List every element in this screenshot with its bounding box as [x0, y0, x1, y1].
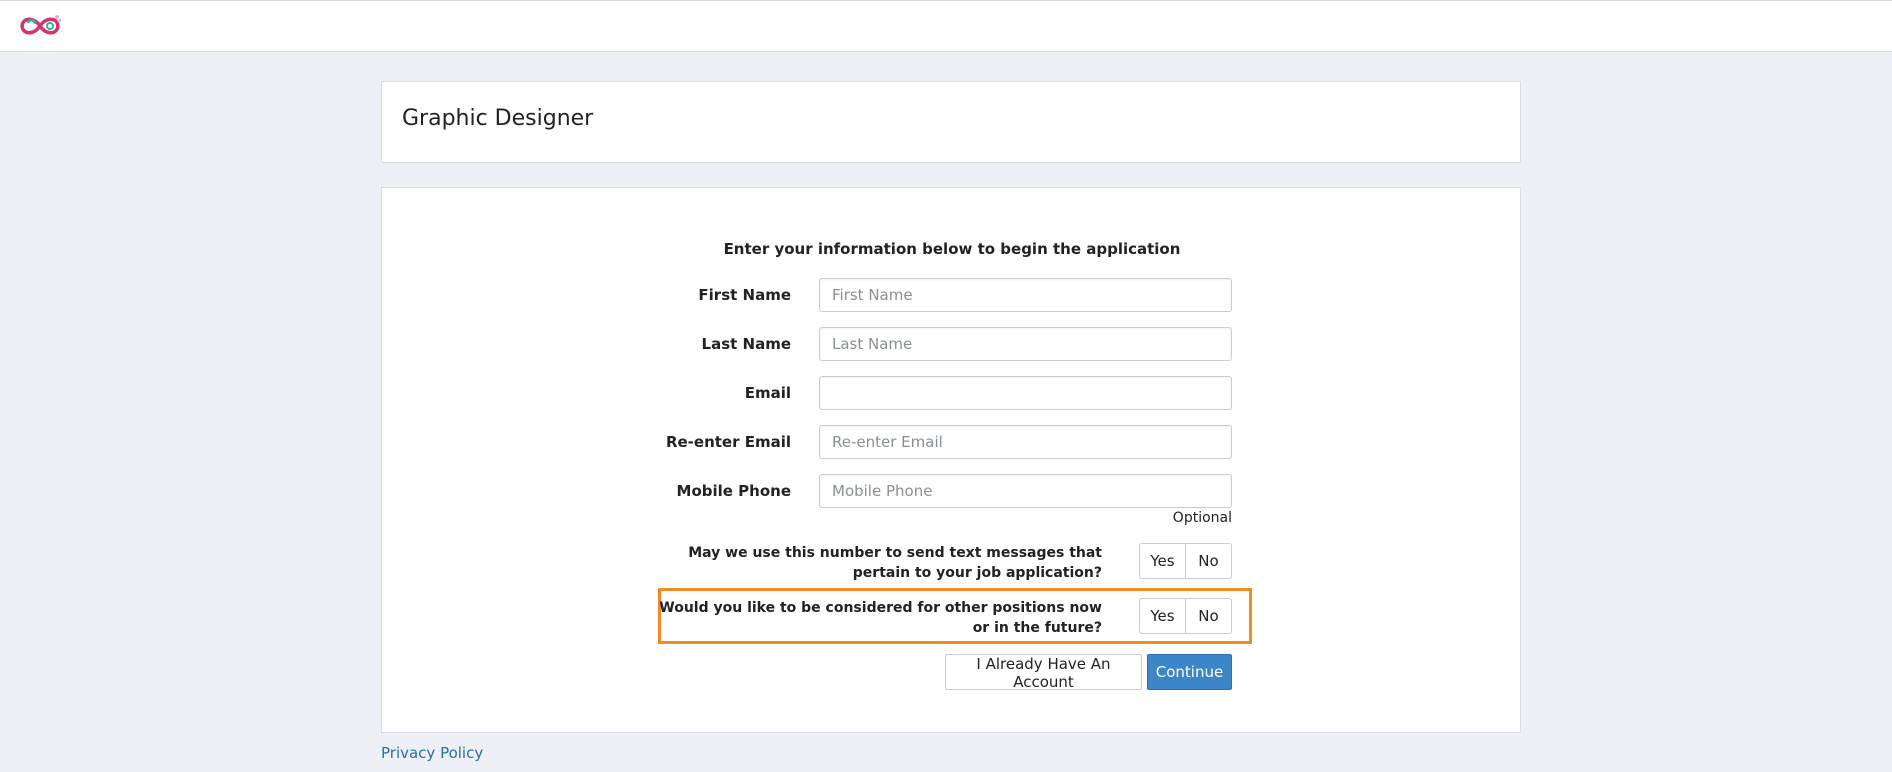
other-positions-no-button[interactable]: No: [1186, 598, 1232, 634]
top-bar: [0, 0, 1892, 52]
reenter-email-label: Re-enter Email: [665, 433, 791, 451]
application-form: Enter your information below to begin th…: [381, 187, 1521, 733]
infinity-logo-icon[interactable]: [15, 11, 65, 41]
first-name-input[interactable]: [819, 278, 1232, 312]
mobile-phone-input[interactable]: [819, 474, 1232, 508]
last-name-input[interactable]: [819, 327, 1232, 361]
text-messages-yes-button[interactable]: Yes: [1139, 543, 1186, 579]
job-title-card: Graphic Designer: [381, 81, 1521, 163]
last-name-label: Last Name: [701, 335, 791, 353]
reenter-email-input[interactable]: [819, 425, 1232, 459]
privacy-policy-link[interactable]: Privacy Policy: [381, 744, 483, 762]
text-messages-toggle: Yes No: [1139, 543, 1232, 579]
mobile-phone-label: Mobile Phone: [676, 482, 791, 500]
form-intro: Enter your information below to begin th…: [723, 240, 1181, 258]
other-positions-question: Would you like to be considered for othe…: [659, 600, 1102, 636]
text-messages-no-button[interactable]: No: [1186, 543, 1232, 579]
continue-button[interactable]: Continue: [1147, 654, 1232, 690]
other-positions-toggle: Yes No: [1139, 598, 1232, 634]
text-messages-question: May we use this number to send text mess…: [688, 545, 1102, 581]
already-have-account-button[interactable]: I Already Have An Account: [945, 654, 1142, 691]
job-title: Graphic Designer: [402, 106, 594, 131]
optional-note: Optional: [1172, 510, 1232, 526]
email-label: Email: [744, 384, 791, 402]
email-input[interactable]: [819, 376, 1232, 410]
other-positions-yes-button[interactable]: Yes: [1139, 598, 1186, 634]
first-name-label: First Name: [698, 286, 791, 304]
